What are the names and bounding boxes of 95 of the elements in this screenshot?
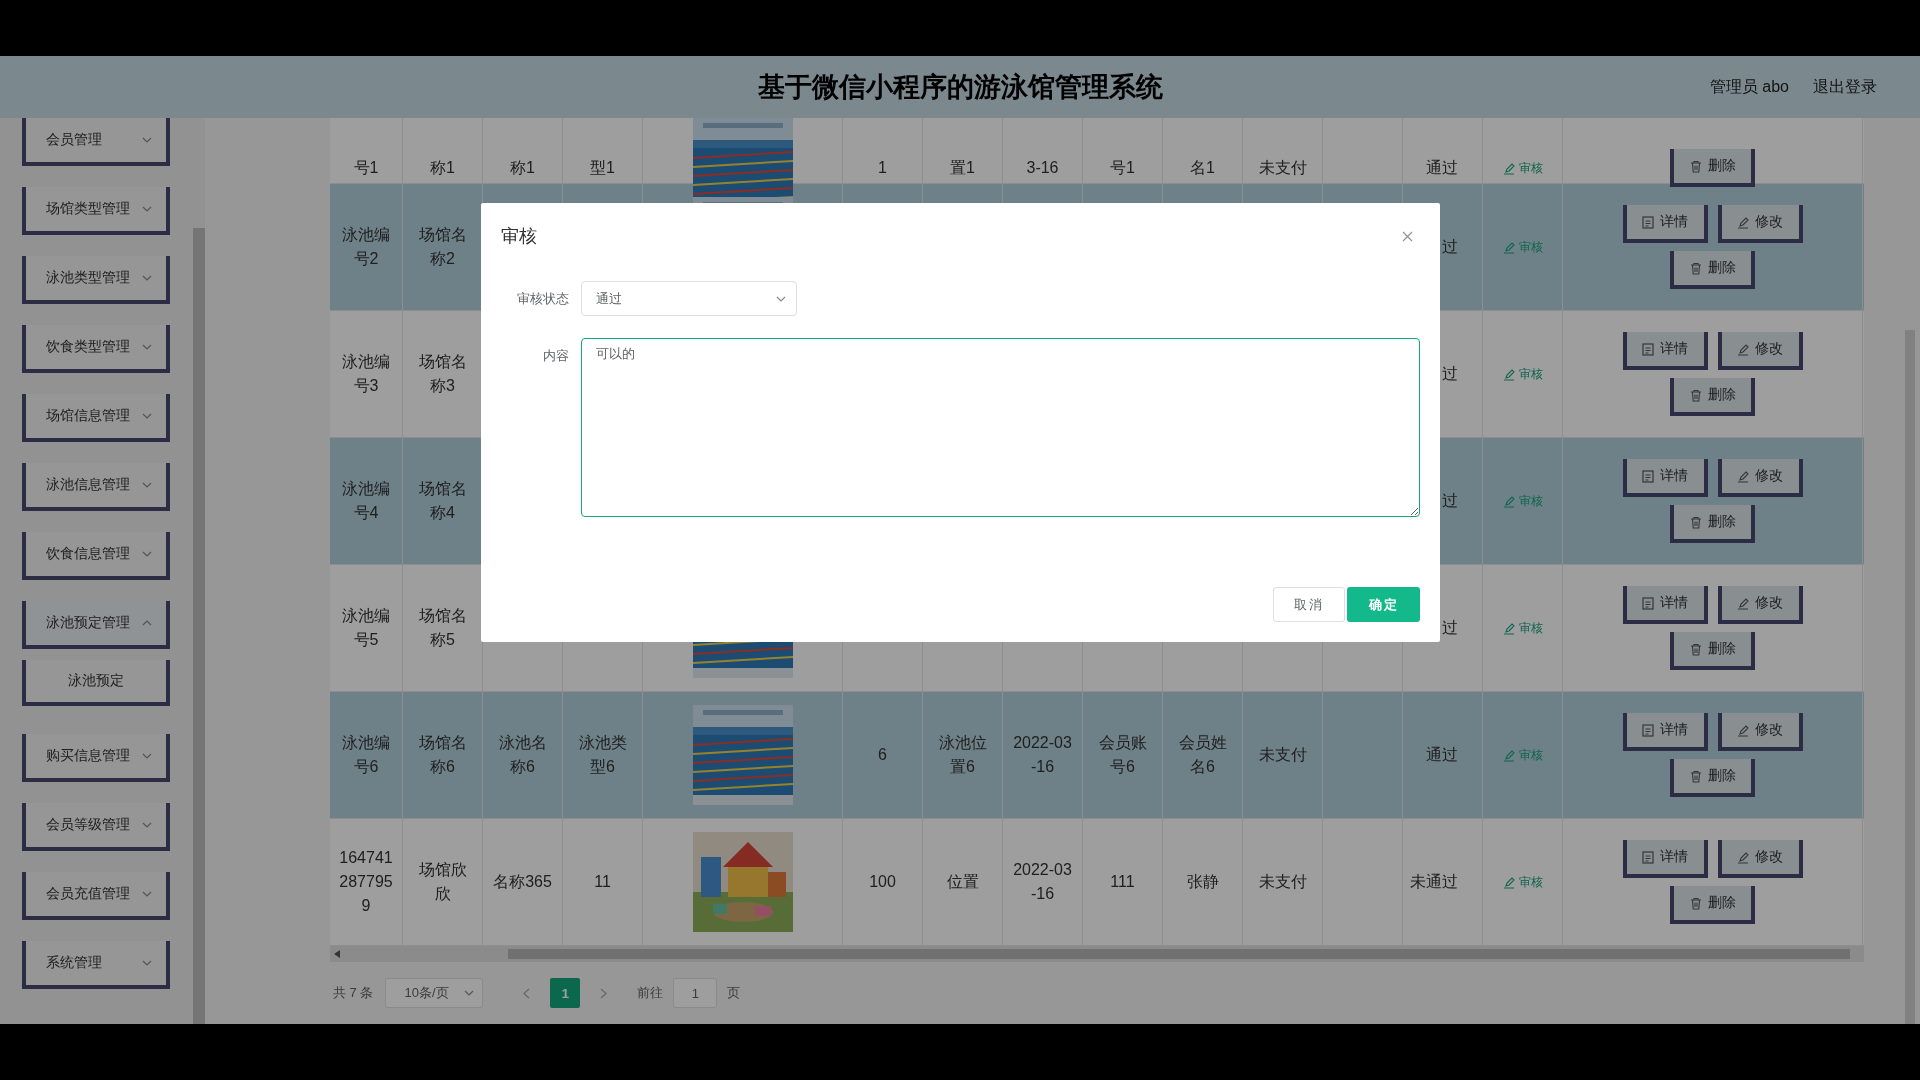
dialog-title: 审核 [501, 225, 537, 248]
status-select[interactable]: 通过 [581, 281, 797, 316]
page-size-select[interactable]: 10条/页 [385, 978, 484, 1008]
table-cell-text: 3-16 [1026, 158, 1059, 178]
edit-button[interactable]: 修改 [1717, 713, 1803, 751]
table-cell-text: 场馆名称3 [417, 352, 468, 396]
review-link[interactable]: 审核 [1502, 619, 1543, 637]
table-cell-text: 2022-03-16 [1012, 733, 1073, 777]
menu-item[interactable]: 场馆信息管理 [22, 394, 170, 442]
review-link[interactable]: 审核 [1502, 159, 1543, 177]
page-input[interactable]: 1 [673, 978, 718, 1008]
table-cell-text: 未支付 [1258, 158, 1307, 178]
submenu-item[interactable]: 泳池预定 [22, 660, 170, 706]
delete-button[interactable]: 删除 [1670, 251, 1755, 289]
table-cell-text: 场馆名称2 [417, 225, 468, 269]
menu-item[interactable]: 系统管理 [22, 941, 170, 989]
goto-label: 前往 [637, 984, 664, 1002]
table-cell-text: 6 [878, 745, 887, 765]
table-cell-text: 未支付 [1258, 745, 1307, 765]
table-cell-text: 泳池编号4 [341, 479, 391, 523]
table-cell-text: 过 [1442, 618, 1458, 638]
menu-item[interactable]: 泳池预定管理 [22, 601, 170, 649]
user-label: 管理员 abo [1709, 76, 1789, 97]
app-title: 基于微信小程序的游泳馆管理系统 [757, 71, 1163, 104]
edit-button[interactable]: 修改 [1717, 459, 1803, 497]
table-cell-text: 111 [1110, 872, 1135, 892]
table-cell-text: 过 [1442, 491, 1458, 511]
menu-item[interactable]: 泳池信息管理 [22, 463, 170, 511]
details-button[interactable]: 详情 [1622, 205, 1708, 243]
table-cell-text: 2022-03-16 [1012, 860, 1073, 904]
table-cell-text: 泳池编号6 [341, 733, 391, 777]
details-button[interactable]: 详情 [1622, 459, 1708, 497]
table-cell-text: 会员姓名6 [1177, 733, 1228, 777]
delete-button[interactable]: 删除 [1670, 632, 1755, 670]
table-cell-text: 称1 [510, 158, 535, 178]
edit-button[interactable]: 修改 [1717, 840, 1803, 878]
table-cell-text: 未通过 [1410, 872, 1458, 892]
table-cell-text: 型1 [590, 158, 615, 178]
table-cell-text: 泳池编号3 [341, 352, 391, 396]
table-cell-text: 称1 [430, 158, 455, 178]
field-label: 审核状态 [516, 290, 570, 308]
menu-item[interactable]: 会员管理 [22, 118, 170, 166]
table-cell-text: 置1 [950, 158, 975, 178]
delete-button[interactable]: 删除 [1670, 759, 1755, 797]
table-cell-text: 泳池编号5 [341, 606, 391, 650]
table-cell-text: 场馆名称6 [417, 733, 468, 777]
table-cell-text: 通过 [1426, 745, 1458, 765]
table-cell-text: 过 [1442, 364, 1458, 384]
table-cell-text: 张静 [1186, 872, 1219, 892]
table-cell-text: 泳池类型6 [577, 733, 628, 777]
details-button[interactable]: 详情 [1622, 713, 1708, 751]
table-cell-text: 未支付 [1258, 872, 1307, 892]
details-button[interactable]: 详情 [1622, 840, 1708, 878]
review-link[interactable]: 审核 [1502, 365, 1543, 383]
menu-item[interactable]: 会员等级管理 [22, 803, 170, 851]
page-unit: 页 [727, 984, 741, 1002]
menu-item[interactable]: 饮食信息管理 [22, 532, 170, 580]
menu-item[interactable]: 饮食类型管理 [22, 325, 170, 373]
review-link[interactable]: 审核 [1502, 873, 1543, 891]
table-cell-text: 泳池位置6 [937, 733, 988, 777]
menu-item[interactable]: 购买信息管理 [22, 734, 170, 782]
table-cell-text: 通过 [1426, 158, 1458, 178]
table-cell-text: 会员账号6 [1097, 733, 1148, 777]
edit-button[interactable]: 修改 [1717, 586, 1803, 624]
table-cell-text: 1 [878, 158, 887, 178]
menu-item[interactable]: 泳池类型管理 [22, 256, 170, 304]
logout-link[interactable]: 退出登录 [1813, 76, 1877, 98]
table-cell-text: 11 [594, 872, 611, 892]
table-cell-text: 位置 [946, 872, 979, 892]
details-button[interactable]: 详情 [1622, 332, 1708, 370]
table-cell-text: 号1 [1110, 158, 1135, 178]
cancel-button[interactable]: 取消 [1273, 587, 1345, 622]
edit-button[interactable]: 修改 [1717, 205, 1803, 243]
menu-item[interactable]: 场馆类型管理 [22, 187, 170, 235]
table-cell-text: 场馆名称5 [417, 606, 468, 650]
delete-button[interactable]: 删除 [1670, 886, 1755, 924]
content-field[interactable]: 可以的 [581, 338, 1420, 517]
details-button[interactable]: 详情 [1622, 586, 1708, 624]
table-cell-text: 泳池编号2 [341, 225, 391, 269]
table-cell-text: 100 [869, 872, 896, 892]
table-cell-text: 过 [1442, 237, 1458, 257]
table-cell-text: 场馆欣欣 [417, 860, 468, 904]
delete-button[interactable]: 删除 [1670, 149, 1755, 187]
table-cell-text: 名称365 [493, 872, 552, 892]
edit-button[interactable]: 修改 [1717, 332, 1803, 370]
delete-button[interactable]: 删除 [1670, 505, 1755, 543]
table-cell-text: 名1 [1190, 158, 1215, 178]
menu-item[interactable]: 会员充值管理 [22, 872, 170, 920]
delete-button[interactable]: 删除 [1670, 378, 1755, 416]
table-cell-text: 号1 [353, 158, 379, 178]
table-cell-text: 场馆名称4 [417, 479, 468, 523]
field-label: 内容 [542, 347, 570, 365]
table-cell-text: 泳池名称6 [497, 733, 548, 777]
total-count: 共 7 条 [333, 984, 374, 1002]
table-cell-text: 1647412877959 [338, 848, 394, 916]
